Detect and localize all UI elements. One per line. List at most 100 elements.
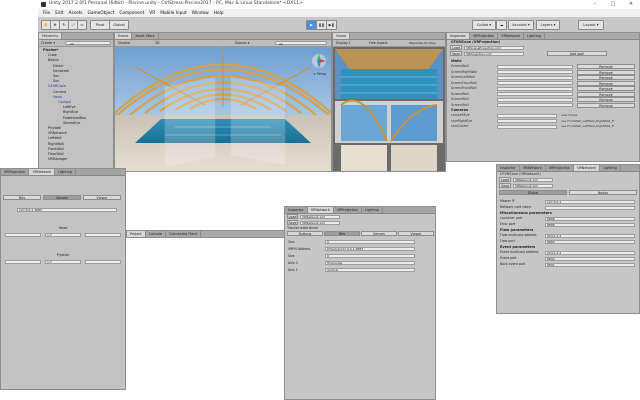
remove-wall-button[interactable]: Remove [577, 86, 635, 91]
left-tab-lighting[interactable]: Lighting [55, 169, 77, 175]
left-senses-button[interactable]: Senses [43, 195, 81, 200]
right-load-button[interactable]: Load [499, 177, 511, 182]
hierarchy-item[interactable]: VRManager [41, 157, 113, 162]
tab-asset-store[interactable]: Asset Store [132, 33, 159, 39]
mid-field-value[interactable]: DTrack@127.0.0.1:3883 [325, 247, 415, 251]
menu-file[interactable]: File [43, 11, 50, 16]
mid-tab-lighting[interactable]: Lighting [362, 207, 383, 213]
tab-project[interactable]: Project [127, 231, 146, 237]
right-global-tab[interactable]: Global [499, 190, 567, 195]
mid-tab-vrprojection[interactable]: VRProjection [334, 207, 363, 213]
mid-viewer-button[interactable]: Viewer [398, 231, 434, 236]
right-tab-inspector[interactable]: Inspector [497, 165, 520, 171]
mid-load-file[interactable]: VRNetwork.xml [300, 214, 340, 219]
menu-vr[interactable]: VR [149, 11, 155, 16]
close-button[interactable]: ✕ [622, 0, 640, 9]
right-field-value[interactable]: 8888 [545, 216, 635, 221]
scene-gizmo[interactable] [312, 54, 326, 68]
wall-object-field[interactable] [497, 81, 573, 85]
display-dropdown[interactable]: Display 1 [336, 40, 351, 46]
tab-hierarchy[interactable]: Hierarchy [39, 33, 63, 39]
global-button[interactable]: Global [109, 20, 129, 30]
head-y-field[interactable]: 1.7 [45, 233, 81, 237]
mid-save-button[interactable]: Save [287, 220, 298, 225]
right-field-value[interactable]: 127.0.0.1 [545, 199, 635, 204]
scene-viewport[interactable]: < Persp [115, 47, 331, 172]
2d-toggle[interactable]: 2D [155, 40, 159, 46]
account-button[interactable]: Account ▾ [508, 20, 534, 30]
wall-object-field[interactable] [497, 92, 573, 96]
pivot-button[interactable]: Pivot [90, 20, 110, 30]
mid-field-value[interactable]: 0 [325, 240, 415, 244]
shaded-dropdown[interactable]: Shaded [118, 40, 130, 46]
mid-field-value[interactable]: Vertical [325, 268, 415, 272]
right-nodes-tab[interactable]: Nodes [569, 190, 637, 195]
camera-object-field[interactable] [497, 113, 557, 118]
tab-scene[interactable]: Scene [115, 33, 133, 39]
cloud-icon[interactable]: ☁ [496, 20, 507, 30]
right-field-value[interactable]: 8890 [545, 256, 635, 261]
camera-object-field[interactable] [497, 124, 557, 129]
right-field-value[interactable]: 224.1.1.1 [545, 233, 635, 238]
right-save-button[interactable]: Save [499, 183, 511, 188]
right-save-file[interactable]: VRNetwork.xml [513, 183, 553, 188]
mid-senses-button[interactable]: Senses [361, 231, 397, 236]
rect-tool-button[interactable]: ▭ [77, 20, 87, 30]
left-tab-vrprojection[interactable]: VRProjection [1, 169, 30, 175]
add-wall-button[interactable]: Add wall [547, 51, 607, 56]
tab-vrprojection[interactable]: VRProjection [470, 33, 499, 39]
remove-wall-button[interactable]: Remove [577, 102, 635, 108]
head-z-field[interactable] [85, 233, 121, 237]
maximize-button[interactable]: □ [604, 0, 622, 9]
tab-connected[interactable]: Connected Place [166, 231, 202, 237]
right-field-value[interactable] [545, 205, 635, 210]
head-x-field[interactable] [5, 233, 41, 237]
wall-object-field[interactable] [497, 70, 573, 74]
collab-button[interactable]: Collab ▾ [472, 20, 496, 30]
remove-wall-button[interactable]: Remove [577, 91, 635, 97]
remove-wall-button[interactable]: Remove [577, 75, 635, 80]
wall-object-field[interactable] [497, 86, 573, 91]
mid-bits-button[interactable]: Bits [324, 231, 360, 236]
remove-wall-button[interactable]: Remove [577, 69, 635, 75]
right-field-value[interactable]: 224.1.1.2 [545, 250, 635, 255]
load-file-field[interactable]: VRSceneProjection.xml [464, 45, 524, 50]
menu-help[interactable]: Help [214, 11, 224, 16]
wall-object-field[interactable] [497, 64, 573, 69]
right-load-file[interactable]: VRNetwork.xml [513, 177, 553, 182]
right-tab-vrnetwork[interactable]: VRNetwork [520, 165, 546, 171]
right-field-value[interactable]: 8889 [545, 239, 635, 244]
remove-wall-button[interactable]: Remove [577, 97, 635, 102]
minimize-button[interactable]: – [586, 0, 604, 9]
left-bits-button[interactable]: Bits [3, 195, 41, 200]
tab-inspector[interactable]: Inspector [447, 33, 470, 39]
step-button[interactable]: ▶❚ [326, 20, 337, 30]
fly-y-field[interactable]: 1.7 [45, 260, 81, 264]
mid-field-value[interactable]: Horizontal [325, 261, 415, 265]
wall-object-field[interactable] [497, 103, 573, 107]
mid-field-value[interactable]: 0 [325, 254, 415, 258]
mid-load-button[interactable]: Load [287, 214, 298, 219]
fly-z-field[interactable] [85, 260, 121, 264]
menu-mobile-input[interactable]: Mobile Input [160, 11, 187, 16]
right-tab-vrnetwork-2[interactable]: VRNetwork [574, 165, 600, 171]
menu-window[interactable]: Window [192, 11, 209, 16]
save-file-field[interactable]: VRProjection.xml [464, 51, 524, 56]
save-button[interactable]: Save [450, 51, 462, 56]
menu-component[interactable]: Component [119, 11, 144, 16]
camera-object-field[interactable] [497, 119, 557, 123]
menu-edit[interactable]: Edit [55, 11, 63, 16]
tab-game[interactable]: Game [333, 33, 351, 39]
left-ip-field[interactable]: 127.0.0.1 3883 [17, 208, 117, 212]
right-field-value[interactable]: 8886 [545, 222, 635, 227]
hierarchy-search-input[interactable]: All [65, 41, 111, 46]
right-tab-vrprojection[interactable]: VRProjection [546, 165, 575, 171]
right-tab-lighting[interactable]: Lighting [600, 165, 621, 171]
scene-search-input[interactable]: All [275, 41, 327, 46]
wall-object-field[interactable] [497, 75, 573, 80]
remove-wall-button[interactable]: Remove [577, 64, 635, 69]
tab-console[interactable]: Console [146, 231, 167, 237]
tab-lighting[interactable]: Lighting [524, 33, 545, 39]
game-viewport[interactable] [333, 47, 445, 172]
right-field-value[interactable]: 8891 [545, 262, 635, 267]
